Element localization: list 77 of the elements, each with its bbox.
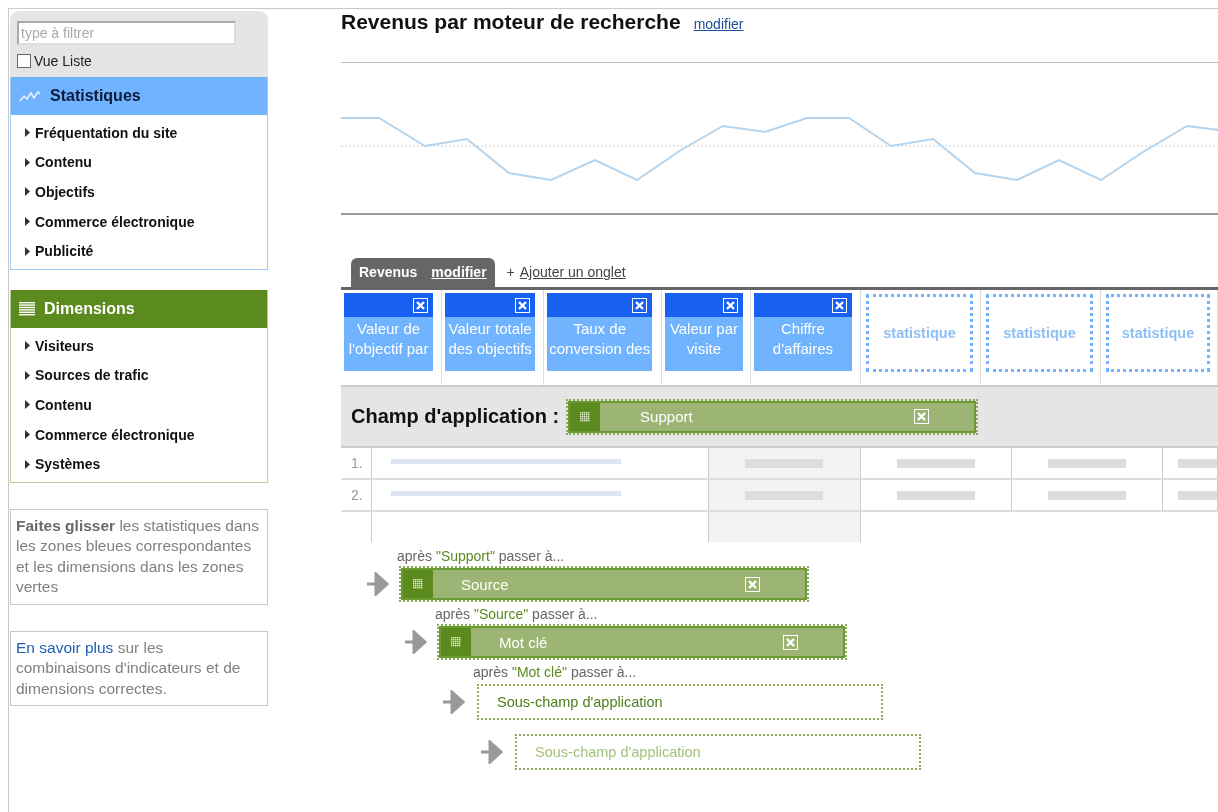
row-number: 1. <box>341 448 371 479</box>
caret-icon <box>25 459 30 469</box>
grip-icon <box>413 579 423 589</box>
dimension-label: Source <box>460 575 510 593</box>
close-icon[interactable] <box>722 297 738 313</box>
placeholder-bar <box>1177 490 1218 500</box>
sidebar-item[interactable]: Publicité <box>25 236 94 266</box>
edit-link[interactable]: modifier <box>693 16 744 32</box>
row-number: 2. <box>341 479 371 511</box>
close-icon[interactable] <box>413 297 429 313</box>
dimension-label: Support <box>639 408 694 425</box>
sidebar-item-label: Contenu <box>35 396 92 413</box>
sidebar-item-label: Systèmes <box>35 456 101 473</box>
sidebar-item[interactable]: Commerce électronique <box>25 206 195 237</box>
sidebar-item[interactable]: Commerce électronique <box>25 419 195 450</box>
checkbox-label[interactable]: Vue Liste <box>34 53 92 69</box>
metric-label: Valeur par visite <box>665 317 743 371</box>
sidebar-item-label: Visiteurs <box>35 337 94 354</box>
caret-icon <box>25 128 30 138</box>
sidebar-item-label: Fréquentation du site <box>35 124 178 141</box>
metric-label: Chiffre d'affaires <box>754 317 852 371</box>
caret-icon <box>25 157 30 167</box>
dimension-drop-zone[interactable]: Sous-champ d'application <box>477 684 883 720</box>
panel-header[interactable]: Statistiques <box>11 77 267 115</box>
sidebar-item-label: Sources de trafic <box>35 367 149 384</box>
arrow-icon <box>479 740 503 764</box>
edit-link[interactable]: modifier <box>431 264 487 280</box>
caret-icon <box>25 430 30 440</box>
sidebar-item[interactable]: Sources de trafic <box>25 360 149 391</box>
scope-label: Champ d'application : <box>351 405 560 428</box>
help-text: Faites glisser les statistiques dans les zones bleues correspondantes et les dimensions dans les zones vertes <box>10 508 268 605</box>
sidebar-item-label: Objectifs <box>35 184 95 200</box>
panel-title: Statistiques <box>50 87 141 105</box>
metric-label: Valeur de l'objectif par <box>344 317 434 371</box>
close-icon[interactable] <box>632 297 648 313</box>
dimension-label: Mot clé <box>498 633 549 651</box>
arrow-icon <box>365 572 389 596</box>
caret-icon <box>25 217 30 227</box>
close-icon[interactable] <box>515 297 531 313</box>
checkbox[interactable] <box>17 54 31 68</box>
drilldown-caption: après "Mot clé" passer à... <box>473 664 637 682</box>
sidebar-item[interactable]: Fréquentation du site <box>25 118 178 148</box>
sidebar-item-label: Commerce électronique <box>35 213 195 230</box>
filter-field[interactable]: type à filtrer <box>17 21 236 45</box>
grip-icon <box>580 411 591 422</box>
help-text: En savoir plus sur les combinaisons d'indicateurs et de dimensions correctes. <box>10 630 268 707</box>
metric-label: Taux de conversion des <box>547 317 653 371</box>
caret-icon <box>25 187 30 197</box>
caret-icon <box>25 400 30 410</box>
sidebar-item[interactable]: Objectifs <box>25 177 95 207</box>
sidebar-item[interactable]: Contenu <box>25 147 92 178</box>
metric-label: Valeur totale des objectifs <box>445 317 536 371</box>
report-title: Revenus par moteur de recherche <box>341 10 681 34</box>
sidebar-item-label: Commerce électronique <box>35 426 195 443</box>
panel-title: Dimensions <box>44 299 135 318</box>
sidebar-item-label: Publicité <box>35 243 94 260</box>
arrow-icon <box>403 630 427 654</box>
caret-icon <box>25 246 30 256</box>
panel-header[interactable]: Dimensions <box>11 289 267 328</box>
caret-icon <box>25 370 30 380</box>
learn-more-link[interactable]: En savoir plus <box>16 638 114 656</box>
list-icon <box>19 301 35 316</box>
placeholder-bar <box>1177 458 1218 468</box>
plus-icon: + <box>506 264 515 280</box>
sidebar-item[interactable]: Systèmes <box>25 449 101 479</box>
drilldown-caption: après "Support" passer à... <box>397 548 565 566</box>
caret-icon <box>25 341 30 351</box>
sidebar-item[interactable]: Contenu <box>25 390 92 420</box>
grip-icon <box>451 637 461 647</box>
close-icon[interactable] <box>831 297 847 313</box>
tab[interactable]: Revenus modifier <box>351 258 495 287</box>
sidebar-item-label: Contenu <box>35 154 92 171</box>
add-tab-link[interactable]: Ajouter un onglet <box>519 264 626 280</box>
arrow-icon <box>441 690 465 714</box>
line-chart-icon <box>19 89 41 103</box>
sidebar-item[interactable]: Visiteurs <box>25 330 94 361</box>
drilldown-caption: après "Source" passer à... <box>435 606 598 624</box>
